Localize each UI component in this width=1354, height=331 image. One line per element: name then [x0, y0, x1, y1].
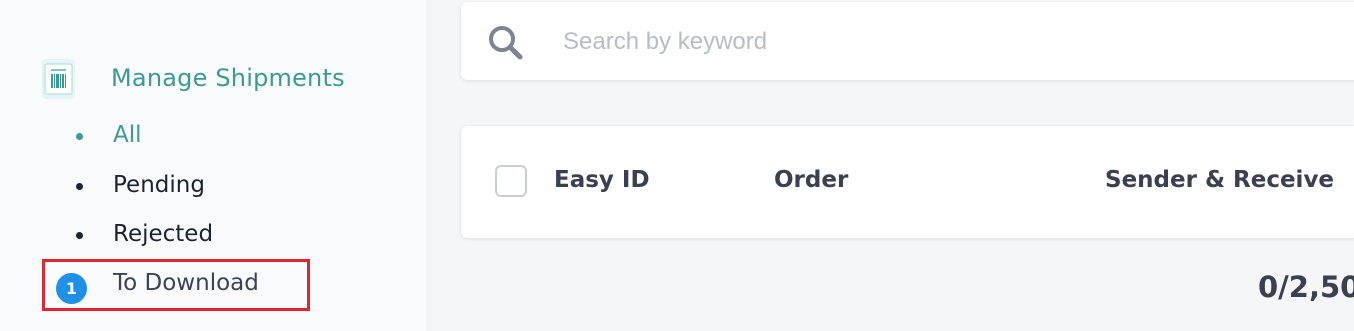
column-header-sender-receiver[interactable]: Sender & Receive	[1105, 167, 1334, 193]
sidebar-item-all[interactable]: All	[0, 120, 400, 152]
bullet-icon	[76, 183, 83, 190]
search-icon[interactable]	[485, 22, 525, 62]
manage-shipments-label: Manage Shipments	[111, 64, 345, 92]
bullet-icon	[76, 232, 83, 239]
highlight-box	[42, 259, 310, 311]
barcode-icon	[42, 59, 75, 99]
sidebar-item-rejected[interactable]: Rejected	[0, 219, 400, 251]
bullet-icon	[76, 133, 83, 140]
main-content: Easy ID Order Sender & Receive 0/2,50	[426, 0, 1354, 331]
column-header-easy-id[interactable]: Easy ID	[554, 167, 650, 193]
manage-shipments-menu[interactable]: Manage Shipments	[41, 58, 345, 100]
sidebar: Manage Shipments All Pending Rejected 1 …	[0, 0, 426, 331]
selection-count: 0/2,50	[1258, 270, 1354, 304]
search-bar	[461, 2, 1354, 80]
sidebar-item-label: Pending	[113, 172, 205, 198]
column-header-order[interactable]: Order	[774, 167, 848, 193]
search-input[interactable]	[561, 20, 1325, 64]
sidebar-item-label: Rejected	[113, 221, 214, 247]
table-header: Easy ID Order Sender & Receive	[461, 126, 1354, 238]
select-all-checkbox[interactable]	[495, 165, 527, 197]
sidebar-item-pending[interactable]: Pending	[0, 170, 400, 202]
sidebar-item-label: All	[113, 122, 142, 148]
